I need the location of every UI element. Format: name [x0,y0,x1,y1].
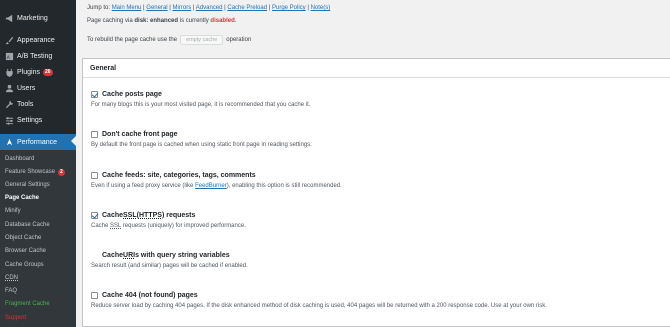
jump-link-purge-policy[interactable]: Purge Policy [272,5,306,11]
rebuild-line: To rebuild the page cache use the empty … [87,35,251,45]
admin-sidebar: Marketing Appearance A A/B Testing Plugi… [0,0,76,327]
menu-label: Plugins [17,68,40,76]
jump-prefix: Jump to: [87,5,111,11]
submenu-dashboard[interactable]: Dashboard [5,156,34,162]
cache-feeds-checkbox[interactable] [91,172,98,179]
plug-icon [4,67,14,77]
submenu-faq[interactable]: FAQ [5,288,17,294]
desc-text: Even if using a feed proxy service (like [91,183,196,189]
plugins-update-badge: 26 [42,68,53,76]
jump-link-cache-preload[interactable]: Cache Preload [227,5,267,11]
menu-item-users[interactable]: Users [0,80,76,96]
wrench-icon [4,99,14,109]
menu-item-settings[interactable]: Settings [0,112,76,128]
submenu-feature-showcase[interactable]: Feature Showcase 2 [5,169,65,176]
cache-ssl-checkbox[interactable] [91,212,98,219]
ssl-abbr: SSL [110,223,122,229]
submenu-cache-groups[interactable]: Cache Groups [5,262,44,268]
option-cache-feeds: Cache feeds: site, categories, tags, com… [91,172,342,189]
option-label: Cache 404 (not found) pages [102,292,198,299]
submenu-database-cache[interactable]: Database Cache [5,222,50,228]
menu-item-appearance[interactable]: Appearance [0,32,76,48]
rebuild-prefix: To rebuild the page cache use the [87,37,178,43]
submenu-browser-cache[interactable]: Browser Cache [5,248,46,254]
general-settings-panel: General Cache posts page For many blogs … [82,58,670,327]
desc-text: ), enabling this option is still recomme… [226,183,342,189]
rebuild-suffix: operation [226,37,252,43]
menu-label: Tools [17,100,34,108]
option-description: Reduce server load by caching 404 pages.… [91,303,547,309]
dont-cache-front-page-checkbox[interactable] [91,131,98,138]
submenu-support[interactable]: Support [5,315,26,321]
feature-showcase-badge: 2 [58,169,65,176]
menu-label: Performance [17,138,58,146]
status-prefix: Page caching via [87,18,133,24]
submenu-page-cache[interactable]: Page Cache [5,195,39,201]
desc-text: requests (uniquely) for improved perform… [121,223,246,229]
menu-item-performance[interactable]: Performance [0,134,76,150]
label-text: Cache [102,212,124,219]
jump-link-general[interactable]: General [146,5,167,11]
jump-link-advanced[interactable]: Advanced [196,5,223,11]
ssl-abbr: SSL [123,212,137,219]
menu-label: A/B Testing [17,52,53,60]
ab-icon: A [4,51,14,61]
cache-posts-page-checkbox[interactable] [91,91,98,98]
submenu-minify[interactable]: Minify [5,208,21,214]
jump-link-main-menu[interactable]: Main Menu [112,5,142,11]
status-mode: disk: enhanced [134,18,179,24]
option-label: Cache feeds: site, categories, tags, com… [102,172,256,179]
option-cache-404: Cache 404 (not found) pages Reduce serve… [91,292,547,309]
performance-submenu: Dashboard Feature Showcase 2 General Sett… [0,150,76,327]
menu-label: Marketing [17,14,48,22]
cache-status-line: Page caching via disk: enhanced is curre… [87,18,237,24]
active-menu-arrow [71,136,76,146]
option-dont-cache-front-page: Don't cache front page By default the fr… [91,131,312,148]
menu-item-plugins[interactable]: Plugins 26 [0,64,76,80]
label-text: s with query string variables [135,252,230,259]
paintbrush-icon [4,35,14,45]
feedburner-link[interactable]: FeedBurner [195,183,227,189]
status-middle: is currently [179,18,209,24]
performance-icon [4,137,14,147]
option-description: Even if using a feed proxy service (like… [91,183,342,189]
option-cache-posts-page: Cache posts page For many blogs this is … [91,91,310,108]
menu-item-marketing[interactable]: Marketing [0,10,76,26]
menu-item-ab-testing[interactable]: A A/B Testing [0,48,76,64]
cache-404-checkbox[interactable] [91,292,98,299]
option-cache-uris-query: Cache URI s with query string variables S… [91,252,248,269]
option-label: Don't cache front page [102,131,178,138]
option-cache-ssl: Cache SSL (HTTPS) requests Cache SSL req… [91,212,246,229]
menu-label: Appearance [17,36,55,44]
desc-text: Cache [91,223,111,229]
submenu-label: Feature Showcase [5,169,56,175]
status-state: disabled [210,18,235,24]
label-text: ) requests [161,212,196,219]
option-label: Cache posts page [102,91,162,98]
uri-abbr: URI [123,252,136,259]
submenu-object-cache[interactable]: Object Cache [5,235,41,241]
jump-to-nav: Jump to: Main Menu | General | Mirrors |… [87,5,331,11]
menu-label: Settings [17,116,43,124]
jump-link-notes[interactable]: Note(s) [311,5,331,11]
submenu-fragment-cache[interactable]: Fragment Cache [5,301,50,307]
panel-title: General [83,59,670,78]
settings-icon [4,115,14,125]
https-abbr: HTTPS [138,212,162,219]
submenu-cdn[interactable]: CDN [5,275,18,281]
user-icon [4,83,14,93]
option-description: Search result (and similar) pages will b… [91,263,248,269]
empty-cache-button[interactable]: empty cache [180,35,224,45]
label-text: Cache [102,252,124,259]
option-description: Cache SSL requests (uniquely) for improv… [91,223,246,229]
submenu-general-settings[interactable]: General Settings [5,182,50,188]
megaphone-icon [4,13,14,23]
menu-item-tools[interactable]: Tools [0,96,76,112]
option-description: By default the front page is cached when… [91,142,312,148]
jump-link-mirrors[interactable]: Mirrors [173,5,192,11]
option-description: For many blogs this is your most visited… [91,102,311,108]
menu-label: Users [17,84,36,92]
